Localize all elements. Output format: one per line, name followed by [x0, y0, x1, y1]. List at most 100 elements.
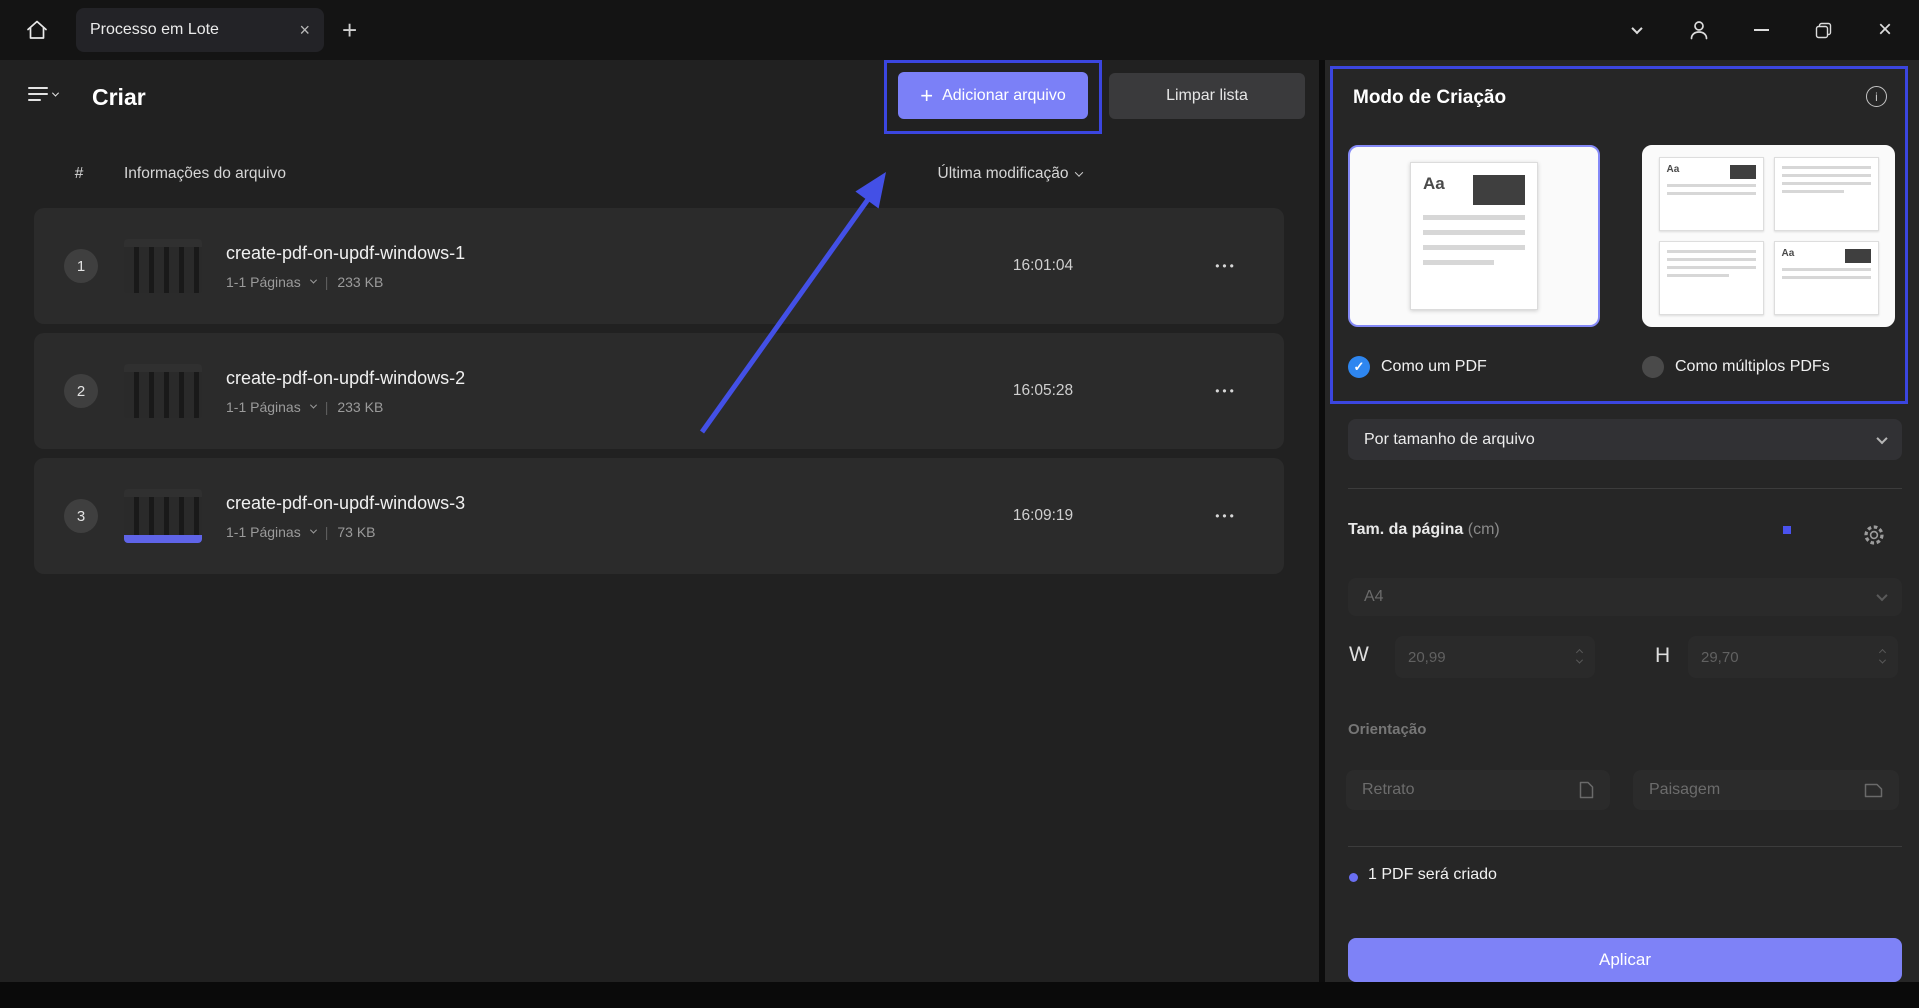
file-row: 2 create-pdf-on-updf-windows-2 1-1 Págin… [34, 333, 1284, 449]
titlebar: Processo em Lote × + × [0, 0, 1919, 60]
option-single-label: Como um PDF [1381, 358, 1487, 376]
hamburger-icon [28, 86, 48, 102]
column-header-file-info: Informações do arquivo [124, 165, 286, 183]
page-range-label[interactable]: 1-1 Páginas [226, 274, 301, 290]
mode-card-single-pdf[interactable]: Aa [1348, 145, 1600, 327]
height-label: H [1655, 644, 1670, 668]
titlebar-controls: × [1617, 10, 1919, 50]
divider [1348, 488, 1902, 489]
minimize-button[interactable] [1741, 10, 1781, 50]
creation-settings-panel: Modo de Criação i Aa Aa [1319, 60, 1919, 982]
row-index-badge: 3 [64, 499, 98, 533]
height-value: 29,70 [1701, 649, 1739, 666]
aa-glyph: Aa [1667, 165, 1680, 179]
stepper-icon [1880, 650, 1885, 664]
modified-time: 16:05:28 [963, 382, 1123, 400]
file-info: create-pdf-on-updf-windows-3 1-1 Páginas… [226, 493, 465, 540]
restore-button[interactable] [1803, 10, 1843, 50]
modified-time: 16:01:04 [963, 257, 1123, 275]
panel-title: Modo de Criação [1353, 87, 1506, 109]
image-placeholder [1845, 249, 1871, 263]
tab-close-icon[interactable]: × [299, 21, 310, 39]
paper-size-select: A4 [1348, 578, 1902, 616]
chevron-down-icon[interactable] [310, 277, 317, 284]
column-header-index: # [64, 165, 94, 183]
meta-separator: | [325, 399, 329, 415]
height-input: 29,70 [1688, 636, 1898, 678]
list-menu-button[interactable] [28, 86, 58, 102]
file-row: 1 create-pdf-on-updf-windows-1 1-1 Págin… [34, 208, 1284, 324]
unchecked-radio-icon[interactable] [1642, 356, 1664, 378]
aa-glyph: Aa [1423, 175, 1445, 192]
chevron-down-icon[interactable] [310, 402, 317, 409]
user-icon [1687, 18, 1711, 42]
chevron-down-icon [1876, 590, 1887, 601]
apply-button[interactable]: Aplicar [1348, 938, 1902, 982]
file-row: 3 create-pdf-on-updf-windows-3 1-1 Págin… [34, 458, 1284, 574]
file-size: 73 KB [337, 524, 375, 540]
meta-separator: | [325, 274, 329, 290]
account-button[interactable] [1679, 10, 1719, 50]
file-name: create-pdf-on-updf-windows-1 [226, 243, 465, 264]
merge-mode-select[interactable]: Por tamanho de arquivo [1348, 419, 1902, 460]
option-multiple-pdfs[interactable]: Como múltiplos PDFs [1642, 356, 1830, 378]
row-more-menu[interactable]: ••• [1198, 384, 1254, 398]
restore-icon [1815, 22, 1832, 39]
landscape-button: Paisagem [1633, 770, 1899, 810]
single-pdf-illustration: Aa [1410, 162, 1538, 310]
creation-status: 1 PDF será criado [1368, 866, 1497, 884]
checked-radio-icon[interactable]: ✓ [1348, 356, 1370, 378]
image-placeholder [1730, 165, 1756, 179]
plus-icon: + [920, 85, 933, 107]
dropdown-chevron-button[interactable] [1617, 10, 1657, 50]
page-size-label: Tam. da página (cm) [1348, 521, 1500, 539]
gear-icon[interactable] [1862, 523, 1886, 547]
image-placeholder [1473, 175, 1525, 205]
add-file-button[interactable]: + Adicionar arquivo [898, 72, 1088, 119]
option-single-pdf[interactable]: ✓ Como um PDF [1348, 356, 1487, 378]
stepper-icon [1577, 650, 1582, 664]
clear-list-button[interactable]: Limpar lista [1109, 73, 1305, 119]
close-window-button[interactable]: × [1865, 10, 1905, 50]
mode-card-multiple-pdfs[interactable]: Aa Aa [1642, 145, 1895, 327]
file-name: create-pdf-on-updf-windows-2 [226, 368, 465, 389]
row-more-menu[interactable]: ••• [1198, 509, 1254, 523]
width-input: 20,99 [1395, 636, 1595, 678]
tab-label: Processo em Lote [90, 21, 219, 39]
tab-processo-em-lote[interactable]: Processo em Lote × [76, 8, 324, 52]
chevron-down-icon [1876, 432, 1887, 443]
row-index-badge: 1 [64, 249, 98, 283]
landscape-page-icon [1864, 783, 1883, 798]
info-icon[interactable]: i [1866, 86, 1887, 107]
row-index-badge: 2 [64, 374, 98, 408]
aa-glyph: Aa [1782, 249, 1795, 263]
orientation-label: Orientação [1348, 721, 1426, 738]
page-title: Criar [92, 84, 146, 111]
window-bottom-strip [0, 982, 1919, 1008]
last-modified-label: Última modificação [938, 165, 1069, 183]
portrait-page-icon [1579, 781, 1594, 799]
chevron-down-icon [52, 89, 59, 96]
page-size-unit: (cm) [1468, 521, 1500, 538]
new-tab-button[interactable]: + [342, 17, 357, 43]
main-area: Criar + Adicionar arquivo Limpar lista #… [0, 60, 1919, 982]
add-file-label: Adicionar arquivo [942, 87, 1066, 105]
portrait-button: Retrato [1346, 770, 1610, 810]
chevron-down-icon[interactable] [310, 527, 317, 534]
file-thumbnail [124, 364, 202, 418]
merge-mode-value: Por tamanho de arquivo [1364, 431, 1535, 449]
multiple-pdfs-illustration: Aa Aa [1659, 157, 1879, 315]
home-button[interactable] [14, 7, 60, 53]
status-dot-icon [1349, 873, 1358, 882]
chevron-down-icon [1075, 168, 1083, 176]
file-name: create-pdf-on-updf-windows-3 [226, 493, 465, 514]
column-header-last-modified[interactable]: Última modificação [890, 165, 1130, 183]
file-thumbnail [124, 489, 202, 543]
option-multiple-label: Como múltiplos PDFs [1675, 358, 1830, 376]
row-more-menu[interactable]: ••• [1198, 259, 1254, 273]
page-range-label[interactable]: 1-1 Páginas [226, 524, 301, 540]
divider [1348, 846, 1902, 847]
file-size: 233 KB [337, 399, 383, 415]
page-range-label[interactable]: 1-1 Páginas [226, 399, 301, 415]
width-label: W [1349, 643, 1369, 667]
